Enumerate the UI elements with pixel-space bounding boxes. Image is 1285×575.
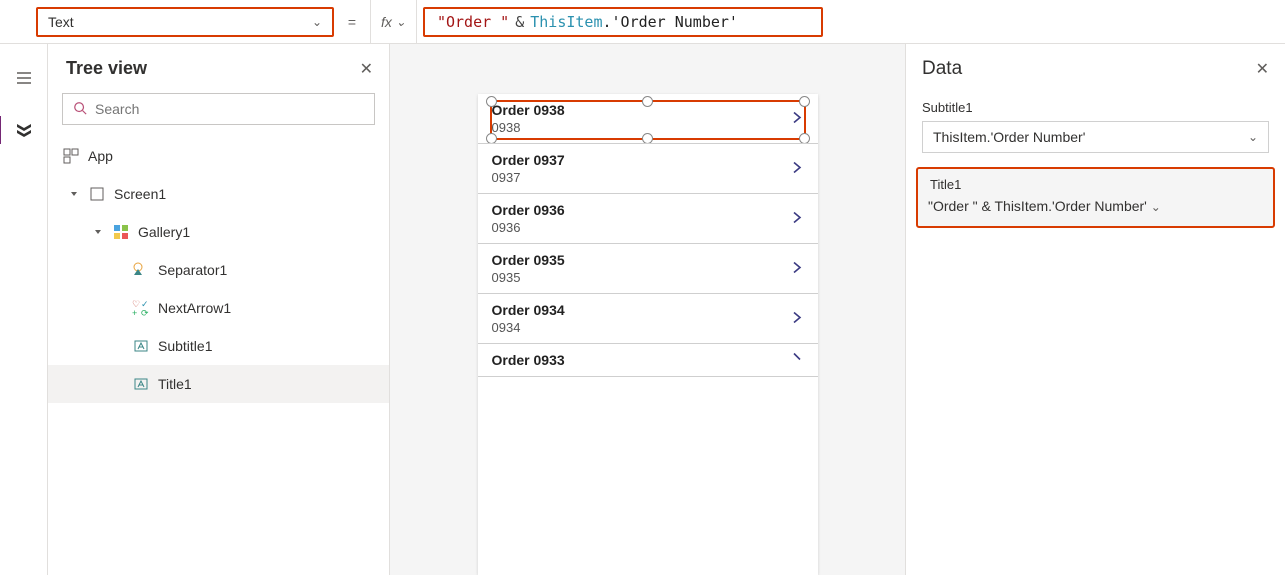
tree-node-app[interactable]: App: [48, 137, 389, 175]
field-title1: Title1 "Order " & ThisItem.'Order Number…: [916, 167, 1275, 228]
row-subtitle: 0935: [492, 270, 804, 285]
gallery-row[interactable]: Order 0938 0938: [478, 94, 818, 144]
row-title: Order 0938: [492, 102, 804, 118]
left-rail: [0, 44, 48, 575]
tree-node-label: Screen1: [114, 186, 166, 202]
tree-node-label: Separator1: [158, 262, 227, 278]
close-icon[interactable]: ✕: [1256, 59, 1269, 79]
search-input[interactable]: [95, 101, 364, 117]
svg-text:⟳: ⟳: [141, 308, 149, 317]
formula-token-property: 'Order Number': [612, 13, 738, 31]
row-title: Order 0936: [492, 202, 804, 218]
property-dropdown[interactable]: Text ⌄: [36, 7, 334, 37]
field-label: Subtitle1: [922, 100, 1269, 121]
dropdown-value: "Order " & ThisItem.'Order Number': [928, 198, 1147, 214]
row-subtitle: 0936: [492, 220, 804, 235]
formula-token-object: ThisItem: [530, 13, 602, 31]
field-subtitle1: Subtitle1 ThisItem.'Order Number' ⌄: [906, 94, 1285, 167]
separator-icon: [132, 261, 150, 279]
row-title: Order 0934: [492, 302, 804, 318]
tree-node-gallery1[interactable]: Gallery1: [48, 213, 389, 251]
chevron-right-icon[interactable]: [790, 352, 804, 369]
svg-text:+: +: [132, 308, 137, 317]
chevron-right-icon[interactable]: [790, 310, 804, 327]
hamburger-icon[interactable]: [4, 60, 44, 96]
property-dropdown-label: Text: [48, 14, 74, 30]
chevron-down-icon: ⌄: [396, 15, 406, 29]
tree-node-title1[interactable]: Title1: [48, 365, 389, 403]
tree-node-screen1[interactable]: Screen1: [48, 175, 389, 213]
gallery-row[interactable]: Order 0934 0934: [478, 294, 818, 344]
gallery-row[interactable]: Order 0933: [478, 344, 818, 377]
row-subtitle: 0934: [492, 320, 804, 335]
fx-label: fx: [381, 14, 392, 30]
row-subtitle: 0938: [492, 120, 804, 135]
tree-node-separator1[interactable]: Separator1: [48, 251, 389, 289]
title-dropdown[interactable]: "Order " & ThisItem.'Order Number' ⌄: [928, 198, 1263, 214]
row-title: Order 0937: [492, 152, 804, 168]
app-icon: [62, 147, 80, 165]
caret-down-icon[interactable]: [68, 188, 80, 200]
label-icon: [132, 337, 150, 355]
tree-node-label: NextArrow1: [158, 300, 231, 316]
row-title: Order 0933: [492, 352, 804, 368]
chevron-down-icon: ⌄: [1151, 200, 1161, 214]
subtitle-dropdown[interactable]: ThisItem.'Order Number' ⌄: [922, 121, 1269, 153]
formula-input[interactable]: "Order " & ThisItem . 'Order Number': [423, 7, 823, 37]
tree-node-label: Gallery1: [138, 224, 190, 240]
gallery-row[interactable]: Order 0937 0937: [478, 144, 818, 194]
fx-button[interactable]: fx ⌄: [370, 0, 417, 43]
screen-icon: [88, 185, 106, 203]
data-pane: Data ✕ Subtitle1 ThisItem.'Order Number'…: [905, 44, 1285, 575]
caret-down-icon[interactable]: [92, 226, 104, 238]
row-title: Order 0935: [492, 252, 804, 268]
formula-bar: Text ⌄ = fx ⌄ "Order " & ThisItem . 'Ord…: [0, 0, 1285, 44]
tree-node-label: Subtitle1: [158, 338, 212, 354]
tree-view-title: Tree view: [66, 58, 147, 79]
field-label: Title1: [928, 175, 1263, 198]
data-pane-title: Data: [922, 58, 962, 80]
gallery-row[interactable]: Order 0935 0935: [478, 244, 818, 294]
tree-view-icon[interactable]: [4, 112, 44, 148]
canvas-area[interactable]: Order 0938 0938 Order 0937 0937 Order 0936 09…: [390, 44, 905, 575]
tree-node-subtitle1[interactable]: Subtitle1: [48, 327, 389, 365]
tree-view-panel: Tree view ✕ App Screen1: [48, 44, 390, 575]
formula-token-operator: &: [515, 13, 524, 31]
row-subtitle: 0937: [492, 170, 804, 185]
chevron-right-icon[interactable]: [790, 160, 804, 177]
gallery-preview: Order 0938 0938 Order 0937 0937 Order 0936 09…: [478, 94, 818, 575]
close-icon[interactable]: ✕: [360, 59, 373, 79]
formula-token-dot: .: [602, 13, 611, 31]
equals-sign: =: [340, 14, 364, 30]
dropdown-value: ThisItem.'Order Number': [933, 129, 1085, 145]
gallery-icon: [112, 223, 130, 241]
nextarrow-icon: ♡✓+⟳: [132, 299, 150, 317]
tree-node-label: App: [88, 148, 113, 164]
chevron-right-icon[interactable]: [790, 210, 804, 227]
formula-token-string: "Order ": [437, 13, 509, 31]
gallery-row[interactable]: Order 0936 0936: [478, 194, 818, 244]
tree-search[interactable]: [62, 93, 375, 125]
label-icon: [132, 375, 150, 393]
chevron-right-icon[interactable]: [790, 110, 804, 127]
tree-node-nextarrow1[interactable]: ♡✓+⟳ NextArrow1: [48, 289, 389, 327]
search-icon: [73, 101, 87, 118]
tree-node-label: Title1: [158, 376, 192, 392]
chevron-down-icon: ⌄: [312, 15, 322, 29]
chevron-down-icon: ⌄: [1248, 130, 1258, 144]
chevron-right-icon[interactable]: [790, 260, 804, 277]
